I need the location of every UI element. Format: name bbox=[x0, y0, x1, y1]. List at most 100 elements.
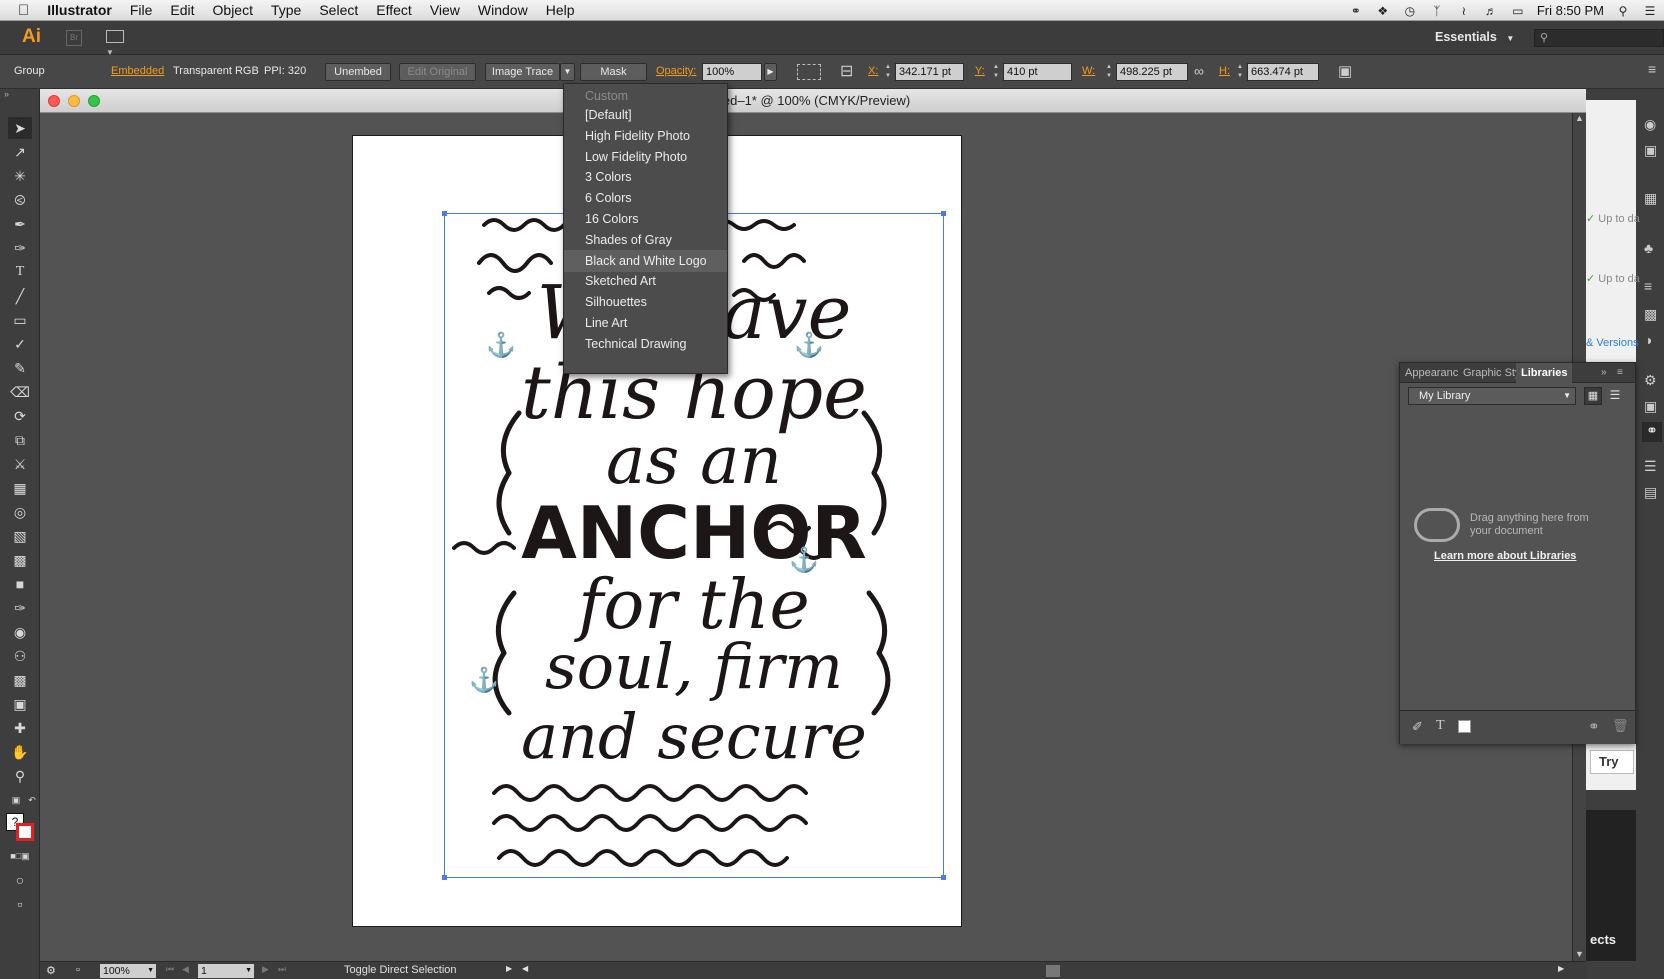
next-artboard-icon[interactable]: ▶ bbox=[262, 964, 269, 975]
window-minimize-button[interactable] bbox=[68, 95, 80, 107]
scroll-right-arrow-icon[interactable]: ▶ bbox=[1558, 964, 1564, 973]
unembed-button[interactable]: Unembed bbox=[325, 63, 391, 81]
preset-item-black-and-white-logo[interactable]: Black and White Logo bbox=[564, 249, 727, 272]
selection-handle[interactable] bbox=[941, 875, 946, 880]
cc-versions-link[interactable]: & Versions bbox=[1586, 337, 1639, 349]
selection-handle[interactable] bbox=[442, 211, 447, 216]
artboards-strip-icon[interactable]: ▤ bbox=[1644, 484, 1657, 501]
list-view-button[interactable]: ☰ bbox=[1606, 387, 1624, 405]
zoom-tool-icon[interactable]: ⚲ bbox=[8, 765, 32, 787]
panel-menu-icon[interactable]: ≡ bbox=[1612, 363, 1632, 383]
preset-item-6-colors[interactable]: 6 Colors bbox=[564, 187, 727, 209]
tab-graphic-styles[interactable]: Graphic Styles bbox=[1458, 363, 1516, 383]
libraries-strip-icon[interactable]: ⚭ bbox=[1642, 422, 1662, 442]
creative-cloud-icon[interactable]: ⚭ bbox=[1348, 4, 1364, 18]
tab-appearance[interactable]: Appearance bbox=[1400, 363, 1458, 383]
preset-item-3-colors[interactable]: 3 Colors bbox=[564, 166, 727, 188]
preset-item-sketched-art[interactable]: Sketched Art bbox=[564, 270, 727, 292]
paintbrush-tool-icon[interactable]: ✓ bbox=[8, 333, 32, 355]
transform-icon[interactable]: ▣ bbox=[1338, 62, 1352, 80]
panel-strip-icon[interactable]: ⚙ bbox=[1644, 372, 1657, 389]
panel-strip-icon[interactable]: ▣ bbox=[1644, 142, 1657, 159]
mesh-tool-icon[interactable]: ▩ bbox=[8, 549, 32, 571]
opacity-menu-arrow[interactable]: ▶ bbox=[764, 63, 777, 81]
curvature-tool-icon[interactable]: ✑ bbox=[8, 237, 32, 259]
preset-item-high-fidelity-photo[interactable]: High Fidelity Photo bbox=[564, 125, 727, 147]
wifi-icon[interactable]: ≀ bbox=[1456, 4, 1472, 18]
dropbox-icon[interactable]: ❖ bbox=[1375, 4, 1391, 18]
tab-libraries[interactable]: Libraries bbox=[1516, 363, 1572, 383]
learn-more-link[interactable]: Learn more about Libraries bbox=[1434, 550, 1576, 562]
menubar-clock[interactable]: Fri 8:50 PM bbox=[1537, 3, 1604, 18]
menu-help[interactable]: Help bbox=[537, 2, 584, 18]
drawing-mode-icon[interactable]: ○ bbox=[8, 869, 32, 891]
slice-tool-icon[interactable]: ✚ bbox=[8, 717, 32, 739]
preset-item-line-art[interactable]: Line Art bbox=[564, 312, 727, 334]
zoom-select[interactable]: 100% ▼ bbox=[100, 964, 156, 978]
status-text[interactable]: Toggle Direct Selection bbox=[344, 964, 457, 976]
perspective-grid-tool-icon[interactable]: ▧ bbox=[8, 525, 32, 547]
bridge-button[interactable]: Br bbox=[66, 30, 82, 46]
tracing-presets-dropdown-button[interactable]: ▼ bbox=[560, 63, 575, 81]
width-tool-icon[interactable]: ⚔ bbox=[8, 453, 32, 475]
eyedropper-tool-icon[interactable]: ✑ bbox=[8, 597, 32, 619]
eraser-tool-icon[interactable]: ⌫ bbox=[8, 381, 32, 403]
constrain-proportions-icon[interactable]: ∞ bbox=[1194, 63, 1204, 79]
direct-selection-tool-icon[interactable]: ↗ bbox=[8, 141, 32, 163]
y-label[interactable]: Y: bbox=[975, 65, 985, 77]
control-bar-menu-icon[interactable]: ≡ bbox=[1648, 61, 1656, 77]
free-transform-tool-icon[interactable]: ▦ bbox=[8, 477, 32, 499]
export-icon[interactable]: ▫ bbox=[76, 964, 80, 976]
panel-collapse-icon[interactable]: » bbox=[4, 89, 9, 99]
opacity-label[interactable]: Opacity: bbox=[656, 65, 696, 77]
delete-icon[interactable]: 🗑 bbox=[1612, 718, 1629, 734]
panel-strip-icon[interactable]: ▦ bbox=[1644, 190, 1657, 207]
panel-strip-icon[interactable]: ♣ bbox=[1644, 240, 1653, 256]
menu-type[interactable]: Type bbox=[262, 2, 310, 18]
w-stepper[interactable]: ▲ ▼ bbox=[1104, 63, 1114, 81]
line-segment-tool-icon[interactable]: ╱ bbox=[8, 285, 32, 307]
selection-handle[interactable] bbox=[941, 211, 946, 216]
add-graphic-icon[interactable]: ✐ bbox=[1412, 719, 1423, 735]
y-stepper[interactable]: ▲ ▼ bbox=[991, 63, 1001, 81]
rotate-tool-icon[interactable]: ⟳ bbox=[8, 405, 32, 427]
notification-center-icon[interactable]: ☰ bbox=[1642, 4, 1658, 18]
shape-builder-tool-icon[interactable]: ◎ bbox=[8, 501, 32, 523]
spotlight-search-icon[interactable]: ⚲ bbox=[1615, 4, 1631, 18]
menu-select[interactable]: Select bbox=[310, 2, 367, 18]
panel-strip-icon[interactable]: ◉ bbox=[1644, 116, 1656, 133]
h-stepper[interactable]: ▲ ▼ bbox=[1235, 63, 1245, 81]
cc-try-button[interactable]: Try bbox=[1590, 750, 1634, 774]
panel-strip-icon[interactable]: ▣ bbox=[1644, 398, 1657, 415]
panel-collapse-icon[interactable]: » bbox=[1596, 363, 1610, 383]
x-label[interactable]: X: bbox=[868, 65, 878, 77]
menu-app-name[interactable]: Illustrator bbox=[38, 2, 121, 18]
grid-view-button[interactable]: ▦ bbox=[1584, 387, 1602, 405]
apple-icon[interactable]:  bbox=[0, 2, 38, 19]
battery-icon[interactable]: ▭ bbox=[1510, 4, 1526, 18]
panel-strip-icon[interactable]: ▩ bbox=[1644, 306, 1657, 323]
status-options-icon[interactable]: ⚙ bbox=[46, 964, 56, 977]
embedded-link[interactable]: Embedded bbox=[111, 65, 164, 77]
rectangle-tool-icon[interactable]: ▭ bbox=[8, 309, 32, 331]
first-artboard-icon[interactable]: ⏮ bbox=[166, 964, 174, 975]
pen-tool-icon[interactable]: ✒ bbox=[8, 213, 32, 235]
opacity-input[interactable]: 100% bbox=[702, 63, 762, 81]
w-input[interactable]: 498.225 pt bbox=[1116, 63, 1188, 81]
preset-item-16-colors[interactable]: 16 Colors bbox=[564, 208, 727, 230]
reference-point-icon[interactable]: ⊟ bbox=[840, 61, 853, 81]
pencil-tool-icon[interactable]: ✎ bbox=[8, 357, 32, 379]
magic-wand-tool-icon[interactable]: ✳ bbox=[8, 165, 32, 187]
last-artboard-icon[interactable]: ⏭ bbox=[278, 964, 286, 975]
artboard-tool-icon[interactable]: ▣ bbox=[8, 693, 32, 715]
menu-edit[interactable]: Edit bbox=[161, 2, 203, 18]
preset-item-technical-drawing[interactable]: Technical Drawing bbox=[564, 333, 727, 355]
volume-icon[interactable]: ♬ bbox=[1483, 4, 1499, 18]
h-input[interactable]: 663.474 pt bbox=[1247, 63, 1319, 81]
panel-strip-icon[interactable]: ◑ bbox=[1644, 332, 1652, 348]
panel-strip-icon[interactable]: ≡ bbox=[1644, 278, 1652, 294]
type-tool-icon[interactable]: T bbox=[8, 261, 32, 283]
selection-handle[interactable] bbox=[442, 875, 447, 880]
workspace-switcher[interactable]: Essentials ▼ bbox=[1435, 30, 1514, 44]
x-input[interactable]: 342.171 pt bbox=[895, 63, 964, 81]
